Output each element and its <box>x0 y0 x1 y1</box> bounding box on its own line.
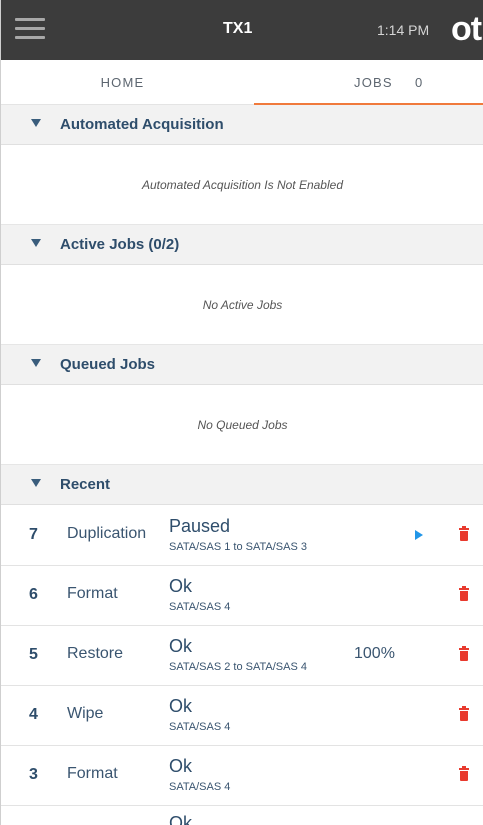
job-type: Format <box>67 585 118 602</box>
play-icon[interactable] <box>415 530 423 540</box>
job-row[interactable]: 3 Format Ok SATA/SAS 4 <box>1 746 483 806</box>
active-jobs-message: No Active Jobs <box>1 265 483 345</box>
trash-icon[interactable] <box>459 766 469 782</box>
section-title: Queued Jobs <box>60 356 156 373</box>
job-row-partial[interactable]: Ok <box>1 806 483 825</box>
job-row[interactable]: 6 Format Ok SATA/SAS 4 <box>1 566 483 626</box>
section-queued-jobs[interactable]: Queued Jobs <box>1 345 483 385</box>
job-status: Ok <box>169 756 193 776</box>
job-progress: 100% <box>354 645 395 662</box>
job-number: 3 <box>29 766 38 783</box>
job-status: Ok <box>169 813 193 825</box>
trash-icon[interactable] <box>459 646 469 662</box>
job-type: Wipe <box>67 705 104 722</box>
trash-icon[interactable] <box>459 706 469 722</box>
section-title: Active Jobs (0/2) <box>60 236 180 253</box>
brand-logo: ot <box>451 10 482 48</box>
queued-jobs-message: No Queued Jobs <box>1 385 483 465</box>
job-status: Ok <box>169 636 193 656</box>
job-detail: SATA/SAS 4 <box>169 781 231 793</box>
job-detail: SATA/SAS 4 <box>169 601 231 613</box>
tab-home[interactable]: HOME <box>1 60 254 105</box>
automated-acquisition-message: Automated Acquisition Is Not Enabled <box>1 145 483 225</box>
collapse-triangle-icon <box>31 359 41 367</box>
section-title: Recent <box>60 476 111 493</box>
tab-bar: HOME JOBS 0 <box>1 60 483 106</box>
section-recent[interactable]: Recent <box>1 465 483 505</box>
app-frame: TX1 1:14 PM ot HOME JOBS 0 Automated Acq… <box>0 0 483 825</box>
job-status: Ok <box>169 696 193 716</box>
trash-icon[interactable] <box>459 526 469 542</box>
clock-time: 1:14 PM <box>377 22 430 38</box>
tab-jobs-count: 0 <box>415 75 424 90</box>
job-number: 4 <box>29 706 38 723</box>
tab-jobs[interactable]: JOBS 0 <box>254 60 483 106</box>
job-detail: SATA/SAS 4 <box>169 721 231 733</box>
tab-jobs-label: JOBS <box>354 75 393 90</box>
collapse-triangle-icon <box>31 119 41 127</box>
hamburger-menu-icon[interactable] <box>15 18 45 42</box>
collapse-triangle-icon <box>31 479 41 487</box>
job-number: 6 <box>29 586 38 603</box>
trash-icon[interactable] <box>459 586 469 602</box>
job-type: Restore <box>67 645 124 662</box>
job-type: Duplication <box>67 525 147 542</box>
top-bar: TX1 1:14 PM ot <box>1 0 483 60</box>
job-detail: SATA/SAS 2 to SATA/SAS 4 <box>169 661 307 673</box>
section-active-jobs[interactable]: Active Jobs (0/2) <box>1 225 483 265</box>
section-title: Automated Acquisition <box>60 116 224 133</box>
device-title: TX1 <box>223 20 253 37</box>
job-status: Paused <box>169 516 231 536</box>
job-row[interactable]: 5 Restore Ok SATA/SAS 2 to SATA/SAS 4 10… <box>1 626 483 686</box>
job-row[interactable]: 7 Duplication Paused SATA/SAS 1 to SATA/… <box>1 506 483 566</box>
collapse-triangle-icon <box>31 239 41 247</box>
tab-home-label: HOME <box>100 75 145 90</box>
job-number: 5 <box>29 646 38 663</box>
job-status: Ok <box>169 576 193 596</box>
job-type: Format <box>67 765 118 782</box>
section-automated-acquisition[interactable]: Automated Acquisition <box>1 105 483 145</box>
job-row[interactable]: 4 Wipe Ok SATA/SAS 4 <box>1 686 483 746</box>
job-detail: SATA/SAS 1 to SATA/SAS 3 <box>169 541 307 553</box>
job-number: 7 <box>29 526 38 543</box>
